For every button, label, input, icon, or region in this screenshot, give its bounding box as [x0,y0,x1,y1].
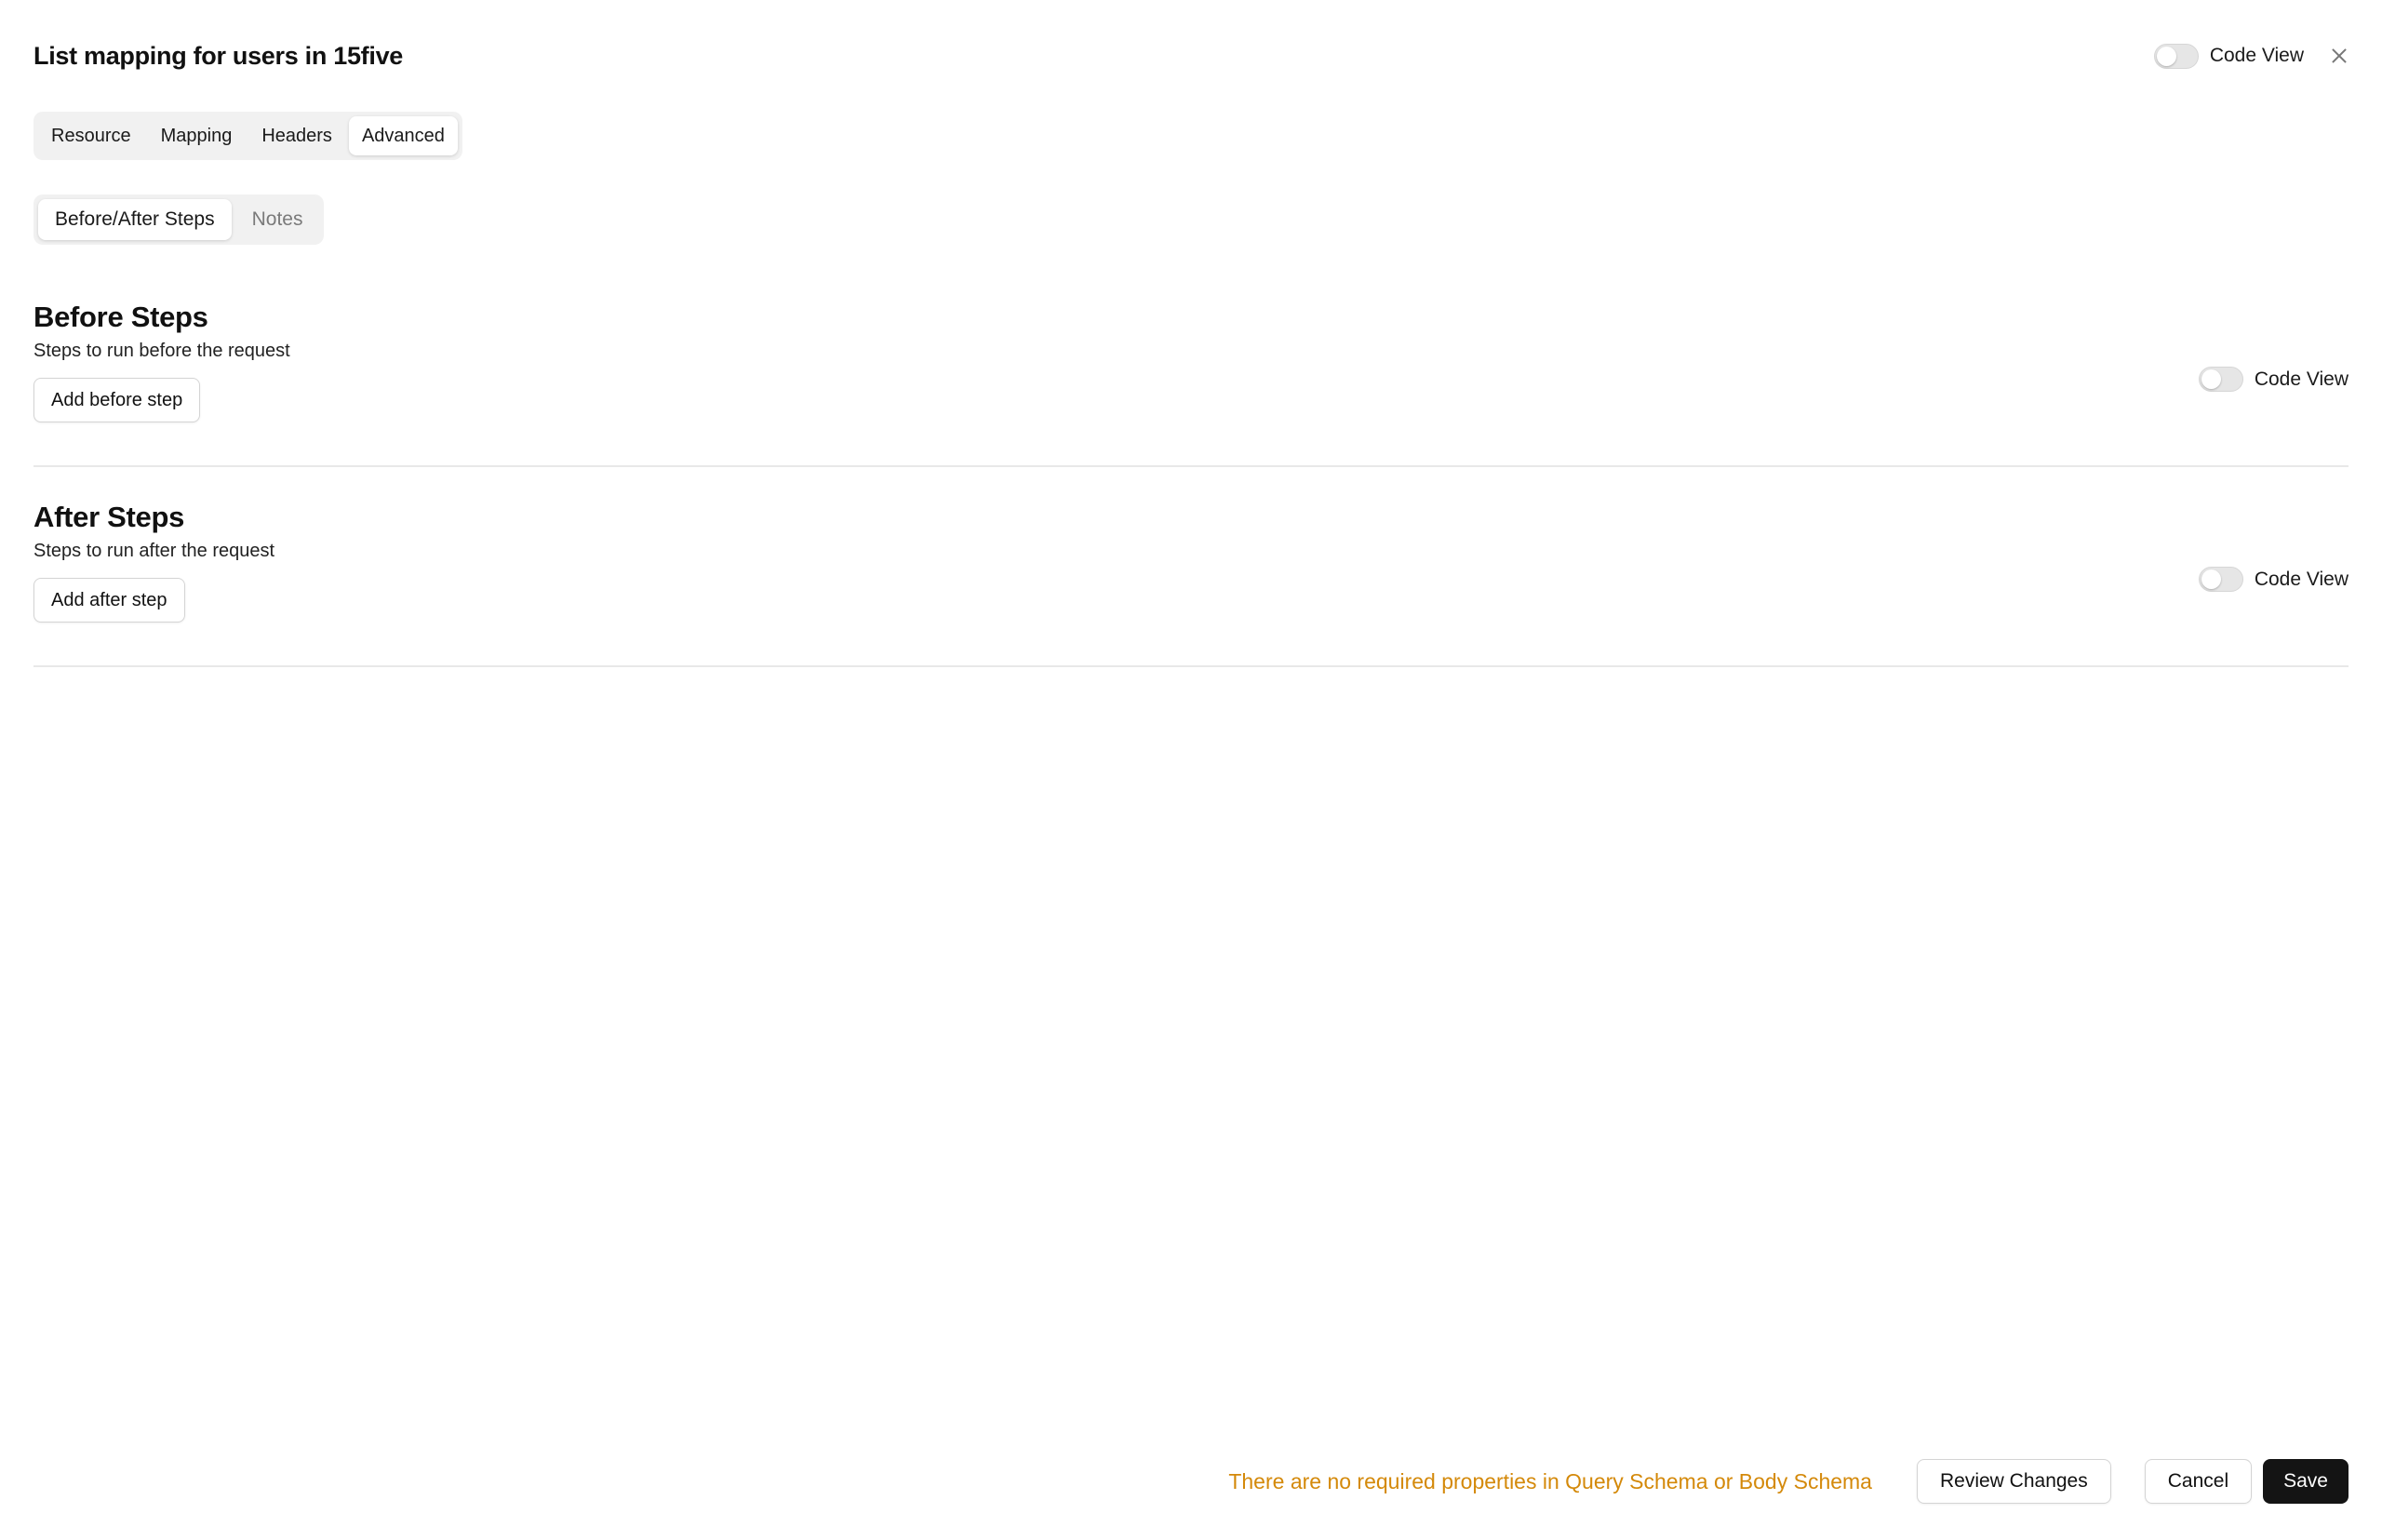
after-steps-section: After Steps Steps to run after the reque… [33,498,2349,667]
schema-warning-note: There are no required properties in Quer… [1228,1468,1872,1493]
close-icon[interactable] [2330,47,2349,65]
tab-resource[interactable]: Resource [38,116,144,155]
before-steps-description: Steps to run before the request [33,341,290,361]
code-view-switch[interactable] [2153,43,2199,69]
code-view-label: Code View [2254,568,2349,590]
secondary-tabs: Before/After Steps Notes [33,194,325,245]
dialog-header: List mapping for users in 15five Code Vi… [33,33,2349,78]
review-changes-button[interactable]: Review Changes [1916,1459,2111,1504]
add-before-step-button[interactable]: Add before step [33,378,201,422]
dialog-title: List mapping for users in 15five [33,41,403,70]
code-view-label: Code View [2209,45,2304,66]
code-view-label: Code View [2254,368,2349,390]
list-mapping-dialog: List mapping for users in 15five Code Vi… [0,0,2382,1540]
subtab-notes[interactable]: Notes [235,199,320,240]
subtab-before-after-steps[interactable]: Before/After Steps [38,199,232,240]
save-button[interactable]: Save [2263,1459,2349,1504]
code-view-switch[interactable] [2198,567,2243,592]
tab-advanced[interactable]: Advanced [348,116,458,155]
code-view-switch[interactable] [2198,367,2243,392]
tab-headers[interactable]: Headers [248,116,345,155]
primary-tabs: Resource Mapping Headers Advanced [33,112,462,160]
header-code-view-toggle[interactable]: Code View [2153,43,2304,69]
after-steps-title: After Steps [33,501,185,533]
after-steps-description: Steps to run after the request [33,541,275,561]
dialog-footer: There are no required properties in Quer… [1228,1459,2349,1504]
tab-mapping[interactable]: Mapping [148,116,246,155]
cancel-button[interactable]: Cancel [2144,1459,2253,1504]
switch-knob [2201,369,2221,389]
before-steps-code-view-toggle[interactable]: Code View [2198,367,2349,392]
add-after-step-button[interactable]: Add after step [33,578,185,623]
before-steps-section: Before Steps Steps to run before the req… [33,298,2349,467]
switch-knob [2156,46,2176,66]
header-actions: Code View [2153,43,2349,69]
after-steps-code-view-toggle[interactable]: Code View [2198,567,2349,592]
switch-knob [2201,569,2221,589]
before-steps-title: Before Steps [33,301,208,333]
